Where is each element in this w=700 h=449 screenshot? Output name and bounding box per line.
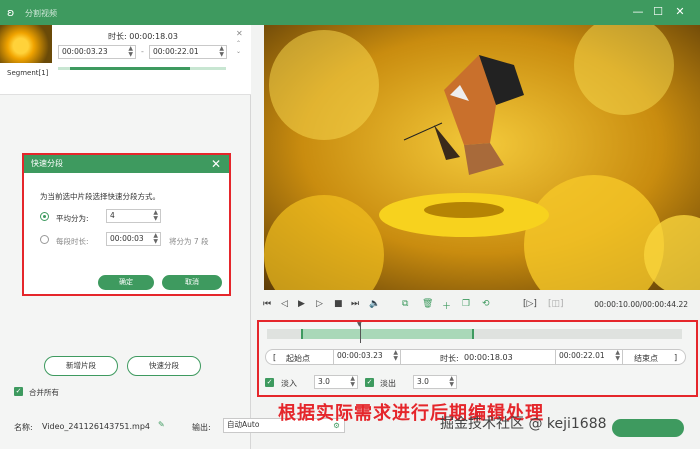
stepper-icon[interactable]: ▲ ▼ — [219, 46, 224, 58]
minimize-button[interactable]: — — [630, 5, 646, 18]
range-duration-label: 时长: — [440, 354, 459, 363]
duration-label: 每段时长: — [56, 237, 89, 246]
segment-item[interactable]: Segment[1] 时长: 00:00:18.03 00:00:03.23 ▲… — [0, 25, 251, 95]
close-segment-icon[interactable]: ✕ — [236, 29, 243, 38]
average-label: 平均分为: — [56, 214, 89, 223]
playhead-marker-icon[interactable]: ▼ — [357, 321, 362, 328]
end-bracket-icon: ] — [674, 353, 678, 362]
fade-out-input[interactable]: 3.0 ▲ ▼ — [413, 375, 457, 389]
edit-name-icon[interactable]: ✎ — [158, 420, 165, 429]
segment-thumbnail — [0, 25, 52, 63]
move-up-icon[interactable]: ⌃ — [236, 40, 241, 47]
frame-forward-icon[interactable]: ▷ — [316, 299, 323, 309]
dialog-header: 快速分段 — [24, 155, 229, 173]
timecode-display: 00:00:10.00/00:00:44.22 — [594, 300, 688, 309]
radio-average[interactable] — [40, 212, 49, 221]
segment-end-input[interactable]: 00:00:22.01 ▲ ▼ — [149, 45, 227, 59]
output-label: 输出: — [192, 423, 211, 432]
fade-out-label: 淡出 — [380, 379, 396, 388]
dialog-title: 快速分段 — [31, 159, 63, 168]
stepper-icon[interactable]: ▲ ▼ — [449, 376, 454, 388]
output-value: 自动Auto — [227, 420, 260, 429]
split-icon[interactable]: ⧉ — [402, 299, 408, 309]
copy-icon[interactable]: ❐ — [462, 299, 470, 309]
range-row: [ 起始点 00:00:03.23 ▲ ▼ 时长: 00:00:18.03 00:… — [265, 349, 686, 365]
end-time-input[interactable]: 00:00:22.01 ▲ ▼ — [555, 350, 623, 364]
frame-back-icon[interactable]: ◁ — [281, 299, 288, 309]
end-time-value: 00:00:22.01 — [559, 351, 605, 360]
segment-duration: 时长: 00:00:18.03 — [108, 31, 178, 42]
fade-in-input[interactable]: 3.0 ▲ ▼ — [314, 375, 358, 389]
close-button[interactable]: ✕ — [672, 5, 688, 18]
fade-in-value: 3.0 — [318, 377, 330, 386]
reset-icon[interactable]: ⟲ — [482, 299, 490, 309]
fade-out-checkbox[interactable]: ✓ — [365, 378, 374, 387]
average-count-value: 4 — [110, 211, 115, 220]
start-time-value: 00:00:03.23 — [337, 351, 383, 360]
average-count-input[interactable]: 4 ▲ ▼ — [106, 209, 161, 223]
video-preview[interactable] — [264, 25, 700, 290]
set-start-button[interactable]: 起始点 — [286, 353, 310, 364]
playback-controls: ⏮ ◁ ▶ ▷ ■ ⏭ 🔈 ⧉ 🗑 ＋ ❐ ⟲ [▷] [◫] 00:00:10… — [258, 296, 700, 314]
time-separator: - — [141, 47, 144, 56]
segment-editor: ▼ [ 起始点 00:00:03.23 ▲ ▼ 时长: 00:00:18.03 0… — [257, 320, 698, 397]
move-down-icon[interactable]: ⌄ — [236, 48, 241, 55]
delete-icon[interactable]: 🗑 — [422, 299, 433, 309]
window-title: 分割视频 — [25, 9, 57, 18]
segment-duration-label: 时长: — [108, 32, 127, 41]
start-bracket-icon: [ — [273, 353, 277, 362]
start-time-input[interactable]: 00:00:03.23 ▲ ▼ — [333, 350, 401, 364]
segment-start-input[interactable]: 00:00:03.23 ▲ ▼ — [58, 45, 136, 59]
fade-in-label: 淡入 — [281, 379, 297, 388]
go-start-icon[interactable]: ⏮ — [263, 299, 271, 309]
title-bar: ʚ 分割视频 — ☐ ✕ — [0, 0, 700, 25]
duration-input[interactable]: 00:00:03 ▲ ▼ — [106, 232, 161, 246]
watermark-text: 掘金技术社区 @ keji1688 — [440, 416, 607, 432]
duration-result: 将分为 7 段 — [169, 237, 209, 246]
segment-name: Segment[1] — [7, 69, 49, 77]
stepper-icon[interactable]: ▲ ▼ — [153, 233, 158, 245]
stepper-icon[interactable]: ▲ ▼ — [350, 376, 355, 388]
stepper-icon[interactable]: ▲ ▼ — [615, 350, 620, 362]
segment-duration-value: 00:00:18.03 — [129, 32, 178, 41]
dialog-description: 为当前选中片段选择快速分段方式。 — [40, 192, 160, 201]
stop-icon[interactable]: ■ — [334, 299, 343, 309]
set-end-button[interactable]: 结束点 — [634, 353, 658, 364]
volume-icon[interactable]: 🔈 — [369, 299, 380, 309]
quick-split-dialog: 快速分段 ✕ 为当前选中片段选择快速分段方式。 平均分为: 4 ▲ ▼ 每段时长:… — [22, 153, 231, 296]
mark-in-icon[interactable]: [▷] — [523, 299, 537, 309]
stepper-icon[interactable]: ▲ ▼ — [393, 350, 398, 362]
duration-value: 00:00:03 — [110, 234, 144, 243]
mark-out-icon[interactable]: [◫] — [548, 299, 564, 309]
radio-duration[interactable] — [40, 235, 49, 244]
segment-end-value: 00:00:22.01 — [153, 47, 199, 56]
quick-split-button[interactable]: 快速分段 — [127, 356, 201, 376]
merge-all-checkbox[interactable]: ✓ — [14, 387, 23, 396]
ok-button[interactable]: 确定 — [98, 275, 154, 290]
video-frame-image — [264, 25, 700, 290]
selected-range[interactable] — [301, 329, 474, 339]
stepper-icon[interactable]: ▲ ▼ — [128, 46, 133, 58]
maximize-button[interactable]: ☐ — [650, 5, 666, 18]
stepper-icon[interactable]: ▲ ▼ — [153, 210, 158, 222]
merge-all-label: 合并所有 — [29, 388, 59, 397]
name-label: 名称: — [14, 423, 33, 432]
new-segment-button[interactable]: 新增片段 — [44, 356, 118, 376]
app-logo-icon: ʚ — [7, 6, 15, 19]
dialog-close-icon[interactable]: ✕ — [211, 157, 221, 171]
cancel-button[interactable]: 取消 — [162, 275, 222, 290]
fade-out-value: 3.0 — [417, 377, 429, 386]
range-duration-value: 00:00:18.03 — [464, 353, 513, 362]
segment-progress — [58, 67, 226, 70]
go-end-icon[interactable]: ⏭ — [351, 299, 359, 309]
fade-in-checkbox[interactable]: ✓ — [265, 378, 274, 387]
timeline-track[interactable]: ▼ — [267, 321, 682, 343]
file-name: Video_241126143751.mp4 — [42, 422, 150, 431]
segment-start-value: 00:00:03.23 — [62, 47, 108, 56]
add-icon[interactable]: ＋ — [442, 299, 451, 312]
play-icon[interactable]: ▶ — [298, 299, 305, 309]
